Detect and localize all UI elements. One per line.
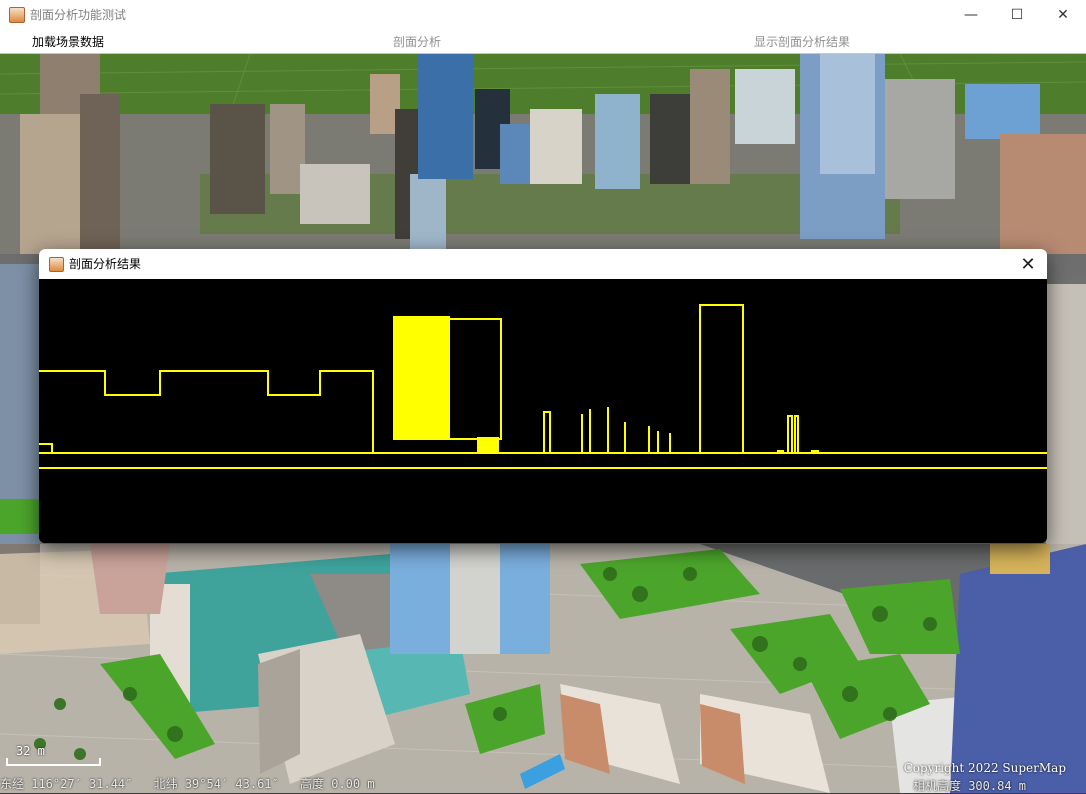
height-readout: 高度 0.00 m	[300, 777, 375, 791]
java-app-icon	[49, 257, 64, 272]
window-titlebar: 剖面分析功能测试 — ☐ ✕	[0, 0, 1086, 30]
profile-spike-1	[543, 411, 551, 453]
profile-building-base	[477, 437, 499, 453]
longitude-readout: 东经 116°27′ 31.44″	[0, 777, 133, 791]
minimize-icon[interactable]: —	[948, 0, 994, 30]
profile-outline-buildings-1	[39, 370, 374, 453]
java-app-icon	[9, 7, 25, 23]
dialog-title: 剖面分析结果	[69, 257, 142, 271]
maximize-icon[interactable]: ☐	[994, 0, 1040, 30]
camera-height-readout: 相机高度 300.84 m	[912, 779, 1026, 793]
window-title: 剖面分析功能测试	[30, 8, 127, 22]
profile-result-dialog: 剖面分析结果 ✕	[39, 249, 1047, 543]
menu-profile-analysis[interactable]: 剖面分析	[393, 34, 441, 50]
profile-building-right	[699, 304, 744, 453]
profile-outline-left	[39, 443, 53, 453]
profile-building-tall	[393, 316, 450, 440]
copyright-label: Copyright 2022 SuperMap	[903, 761, 1066, 775]
scale-ruler	[6, 758, 101, 766]
dialog-titlebar: 剖面分析结果 ✕	[39, 249, 1047, 279]
profile-spike-10	[794, 415, 799, 453]
menu-bar: 加载场景数据 剖面分析 显示剖面分析结果	[0, 30, 1086, 54]
menu-show-profile-result[interactable]: 显示剖面分析结果	[754, 34, 850, 50]
coordinate-status: 东经 116°27′ 31.44″ 北纬 39°54′ 43.61″ 高度 0.…	[0, 775, 389, 792]
scale-bar: 32 m	[6, 744, 101, 770]
profile-canvas	[39, 279, 1047, 543]
latitude-readout: 北纬 39°54′ 43.61″	[153, 777, 279, 791]
profile-graph	[39, 304, 1047, 469]
profile-spike-9	[787, 415, 793, 453]
close-icon[interactable]: ✕	[1040, 0, 1086, 30]
menu-load-scene[interactable]: 加载场景数据	[32, 34, 104, 50]
scale-label: 32 m	[16, 744, 45, 758]
profile-outline-tall	[448, 318, 502, 440]
close-icon[interactable]: ✕	[1015, 252, 1041, 276]
